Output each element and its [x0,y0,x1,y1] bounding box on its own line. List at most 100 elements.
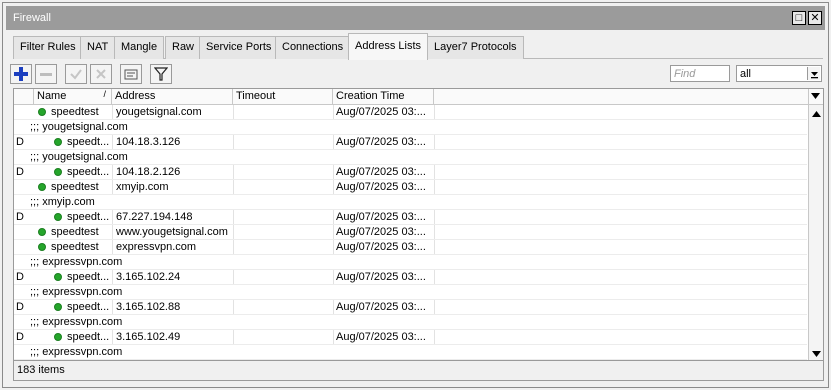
row-creation-time: Aug/07/2025 03:... [336,241,426,253]
row-address: xmyip.com [116,181,169,193]
disable-button[interactable] [90,64,112,84]
filter-button[interactable] [150,64,172,84]
item-count: 183 items [17,364,65,376]
comment-button[interactable] [120,64,142,84]
maximize-icon[interactable]: □ [792,11,806,25]
enabled-status-icon [54,138,62,146]
vertical-scrollbar[interactable] [808,105,823,360]
enabled-status-icon [54,168,62,176]
row-creation-time: Aug/07/2025 03:... [336,226,426,238]
row-creation-time: Aug/07/2025 03:... [336,301,426,313]
comment-row[interactable]: ;;; expressvpn.com [14,315,807,330]
comment-row[interactable]: ;;; yougetsignal.com [14,150,807,165]
column-divider [333,240,334,254]
comment-row[interactable]: ;;; expressvpn.com [14,285,807,300]
table-row[interactable]: speedtest www.yougetsignal.com Aug/07/2025… [14,225,807,240]
title-bar[interactable]: Firewall □ ✕ [6,6,825,30]
row-name-text: speedtest [51,181,99,193]
sort-icon: / [103,89,106,99]
column-divider [233,135,234,149]
row-name: speedtest [38,241,111,253]
column-divider [112,105,113,119]
row-creation-time: Aug/07/2025 03:... [336,211,426,223]
tab-nat[interactable]: NAT [80,36,116,59]
row-comment: ;;; expressvpn.com [30,316,123,328]
row-address: 104.18.2.126 [116,166,181,178]
table-row[interactable]: Dspeedt... 3.165.102.24 Aug/07/2025 03:... [14,270,807,285]
row-name-text: speedtest [51,226,99,238]
tab-layer7-protocols[interactable]: Layer7 Protocols [427,36,524,59]
column-divider [333,330,334,344]
x-icon [96,69,106,79]
table-row[interactable]: Dspeedt... 67.227.194.148 Aug/07/2025 03:.… [14,210,807,225]
row-creation-time: Aug/07/2025 03:... [336,136,426,148]
row-address: 3.165.102.24 [116,271,181,283]
find-input[interactable]: Find [670,65,730,82]
comment-row[interactable]: ;;; expressvpn.com [14,255,807,270]
column-divider [233,225,234,239]
tab-service-ports[interactable]: Service Ports [199,36,279,59]
table-row[interactable]: Dspeedt... 3.165.102.49 Aug/07/2025 03:... [14,330,807,345]
tab-mangle[interactable]: Mangle [114,36,165,59]
comment-row[interactable]: ;;; expressvpn.com [14,345,807,360]
row-creation-time: Aug/07/2025 03:... [336,166,426,178]
enabled-status-icon [38,228,46,236]
column-name[interactable]: Name / [34,89,112,104]
row-name-text: speedtest [51,106,99,118]
address-list-table: Name / Address Timeout Creation Time spe… [13,88,824,361]
address-list-filter-select[interactable]: all [736,65,822,82]
column-divider [333,105,334,119]
table-row[interactable]: speedtest xmyip.com Aug/07/2025 03:... [14,180,807,195]
column-timeout[interactable]: Timeout [233,89,333,104]
column-divider [333,165,334,179]
row-comment: ;;; yougetsignal.com [30,121,128,133]
filter-icon [154,67,168,81]
column-divider [434,300,435,314]
scroll-down-icon [812,351,821,357]
row-creation-time: Aug/07/2025 03:... [336,181,426,193]
table-row[interactable]: Dspeedt... 3.165.102.88 Aug/07/2025 03:... [14,300,807,315]
row-name: speedtest [38,106,111,118]
enable-button[interactable] [65,64,87,84]
table-row[interactable]: speedtest yougetsignal.com Aug/07/2025 03:… [14,105,807,120]
enabled-status-icon [54,213,62,221]
remove-button[interactable] [35,64,57,84]
row-name: speedtest [38,181,111,193]
dropdown-arrow-icon[interactable] [807,67,820,80]
row-name-text: speedt... [67,271,110,283]
comment-icon [124,69,138,80]
column-divider [434,330,435,344]
row-comment: ;;; expressvpn.com [30,256,123,268]
row-address: expressvpn.com [116,241,197,253]
add-button[interactable] [10,64,32,84]
enabled-status-icon [38,183,46,191]
column-divider [333,270,334,284]
plus-icon [14,67,28,81]
comment-row[interactable]: ;;; xmyip.com [14,195,807,210]
close-icon[interactable]: ✕ [808,11,822,25]
table-row[interactable]: speedtest expressvpn.com Aug/07/2025 03:..… [14,240,807,255]
row-address: 67.227.194.148 [116,211,193,223]
row-creation-time: Aug/07/2025 03:... [336,106,426,118]
column-address[interactable]: Address [112,89,233,104]
tab-raw[interactable]: Raw [165,36,202,59]
tab-connections[interactable]: Connections [275,36,351,59]
enabled-status-icon [38,108,46,116]
column-flag[interactable] [14,89,34,104]
row-address: yougetsignal.com [116,106,202,118]
row-name-text: speedtest [51,241,99,253]
column-creation-time[interactable]: Creation Time [333,89,434,104]
comment-row[interactable]: ;;; yougetsignal.com [14,120,807,135]
column-menu-button[interactable] [808,89,823,104]
window-title: Firewall [13,12,51,24]
table-row[interactable]: Dspeedt... 104.18.2.126 Aug/07/2025 03:... [14,165,807,180]
table-row[interactable]: Dspeedt... 104.18.3.126 Aug/07/2025 03:... [14,135,807,150]
column-divider [233,300,234,314]
column-divider [112,240,113,254]
enabled-status-icon [54,273,62,281]
tab-address-lists[interactable]: Address Lists [348,33,429,60]
tab-filter-rules[interactable]: Filter Rules [13,36,83,59]
row-name-text: speedt... [67,301,110,313]
column-divider [333,300,334,314]
row-flag: D [16,136,24,148]
